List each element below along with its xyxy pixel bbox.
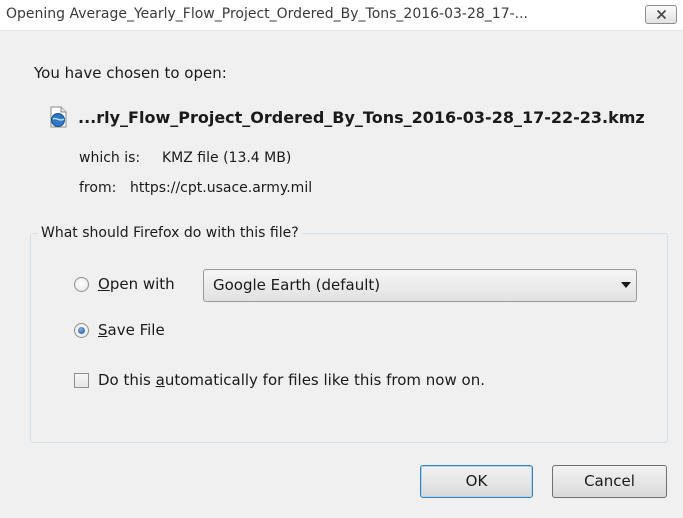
chevron-down-icon xyxy=(621,282,631,288)
ok-button[interactable]: OK xyxy=(420,465,533,498)
close-button[interactable] xyxy=(645,5,677,24)
cancel-button[interactable]: Cancel xyxy=(552,465,667,498)
open-with-radio[interactable] xyxy=(74,277,89,292)
type-value: KMZ file (13.4 MB) xyxy=(162,150,292,166)
from-label: from: xyxy=(79,180,117,196)
open-with-app: Google Earth (default) xyxy=(213,276,381,294)
save-file-label[interactable]: Save File xyxy=(98,321,165,339)
window-title: Opening Average_Yearly_Flow_Project_Orde… xyxy=(6,6,529,22)
title-bar: Opening Average_Yearly_Flow_Project_Orde… xyxy=(0,0,683,31)
close-icon xyxy=(656,9,667,20)
open-with-select[interactable]: Google Earth (default) xyxy=(203,269,637,302)
file-name: ...rly_Flow_Project_Ordered_By_Tons_2016… xyxy=(78,108,645,127)
auto-checkbox[interactable] xyxy=(74,373,89,388)
type-label: which is: xyxy=(79,150,141,166)
save-file-radio[interactable] xyxy=(74,323,89,338)
action-question: What should Firefox do with this file? xyxy=(38,225,302,241)
open-with-label[interactable]: Open with xyxy=(98,275,175,293)
file-icon xyxy=(50,106,67,128)
from-value: https://cpt.usace.army.mil xyxy=(130,180,313,196)
intro-text: You have chosen to open: xyxy=(34,64,227,82)
auto-label[interactable]: Do this automatically for files like thi… xyxy=(98,371,485,389)
